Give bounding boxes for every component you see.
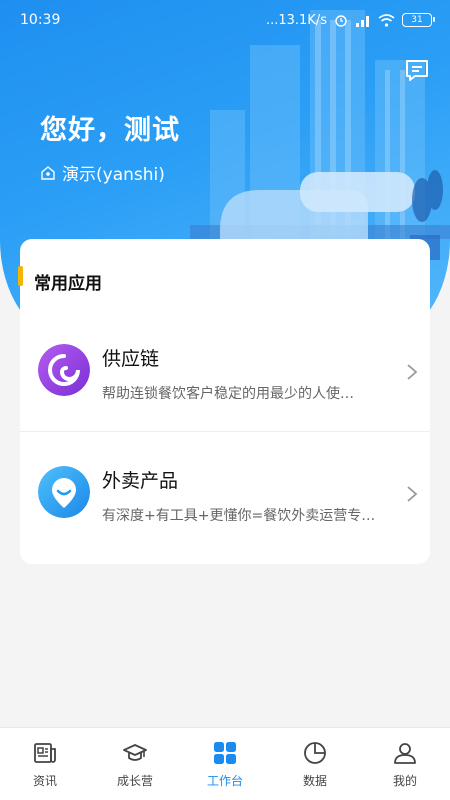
net-speed: ...13.1K/s [265,12,327,28]
tenant-switcher[interactable]: 演示(yanshi) [40,160,165,185]
app-item-takeout[interactable]: 外卖产品 有深度+有工具+更懂你=餐饮外卖运营专… [20,433,430,553]
status-bar: 10:39 ...13.1K/s 31 [0,0,450,40]
app-name: 外卖产品 [102,470,179,492]
nav-news[interactable]: 资讯 [0,728,90,800]
title-accent-bar [18,266,23,286]
nav-label: 我的 [392,774,417,788]
tenant-icon [41,165,55,180]
app-item-supply-chain[interactable]: 供应链 帮助连锁餐饮客户稳定的用最少的人使… [20,311,430,431]
nav-label: 资讯 [32,774,57,788]
app-desc: 有深度+有工具+更懂你=餐饮外卖运营专… [102,508,376,524]
wifi-icon [378,13,395,27]
nav-workbench[interactable]: 工作台 [180,728,270,800]
app-name: 供应链 [102,348,160,370]
pie-chart-icon [304,742,326,764]
nav-growth[interactable]: 成长营 [90,728,180,800]
grid-icon [214,742,236,764]
nav-data[interactable]: 数据 [270,728,360,800]
nav-label: 数据 [302,774,327,788]
bottom-nav: 资讯 成长营 工作台 数据 我的 [0,727,450,800]
divider [20,431,430,432]
status-time: 10:39 [20,12,61,28]
signal-icon [356,15,369,27]
app-desc: 帮助连锁餐饮客户稳定的用最少的人使… [102,386,354,402]
nav-label: 成长营 [116,774,153,788]
smile-pin-icon [38,466,90,518]
common-apps-card: 常用应用 供应链 帮助连锁餐饮客户稳定的用最少的人使… 外卖产品 有深度+有工具… [18,239,430,564]
tenant-label: 演示(yanshi) [62,165,165,185]
greeting-title: 您好，测试 [40,115,180,146]
newspaper-icon [34,743,56,763]
nav-label: 工作台 [206,774,243,788]
chevron-right-icon [407,486,418,502]
battery-icon: 31 [402,13,435,27]
user-icon [394,743,416,764]
chevron-right-icon [407,364,418,380]
message-icon[interactable] [404,58,430,84]
swirl-icon [38,344,90,396]
alarm-icon [335,15,347,27]
nav-me[interactable]: 我的 [360,728,450,800]
card-title: 常用应用 [34,274,102,294]
graduation-cap-icon [123,744,147,761]
